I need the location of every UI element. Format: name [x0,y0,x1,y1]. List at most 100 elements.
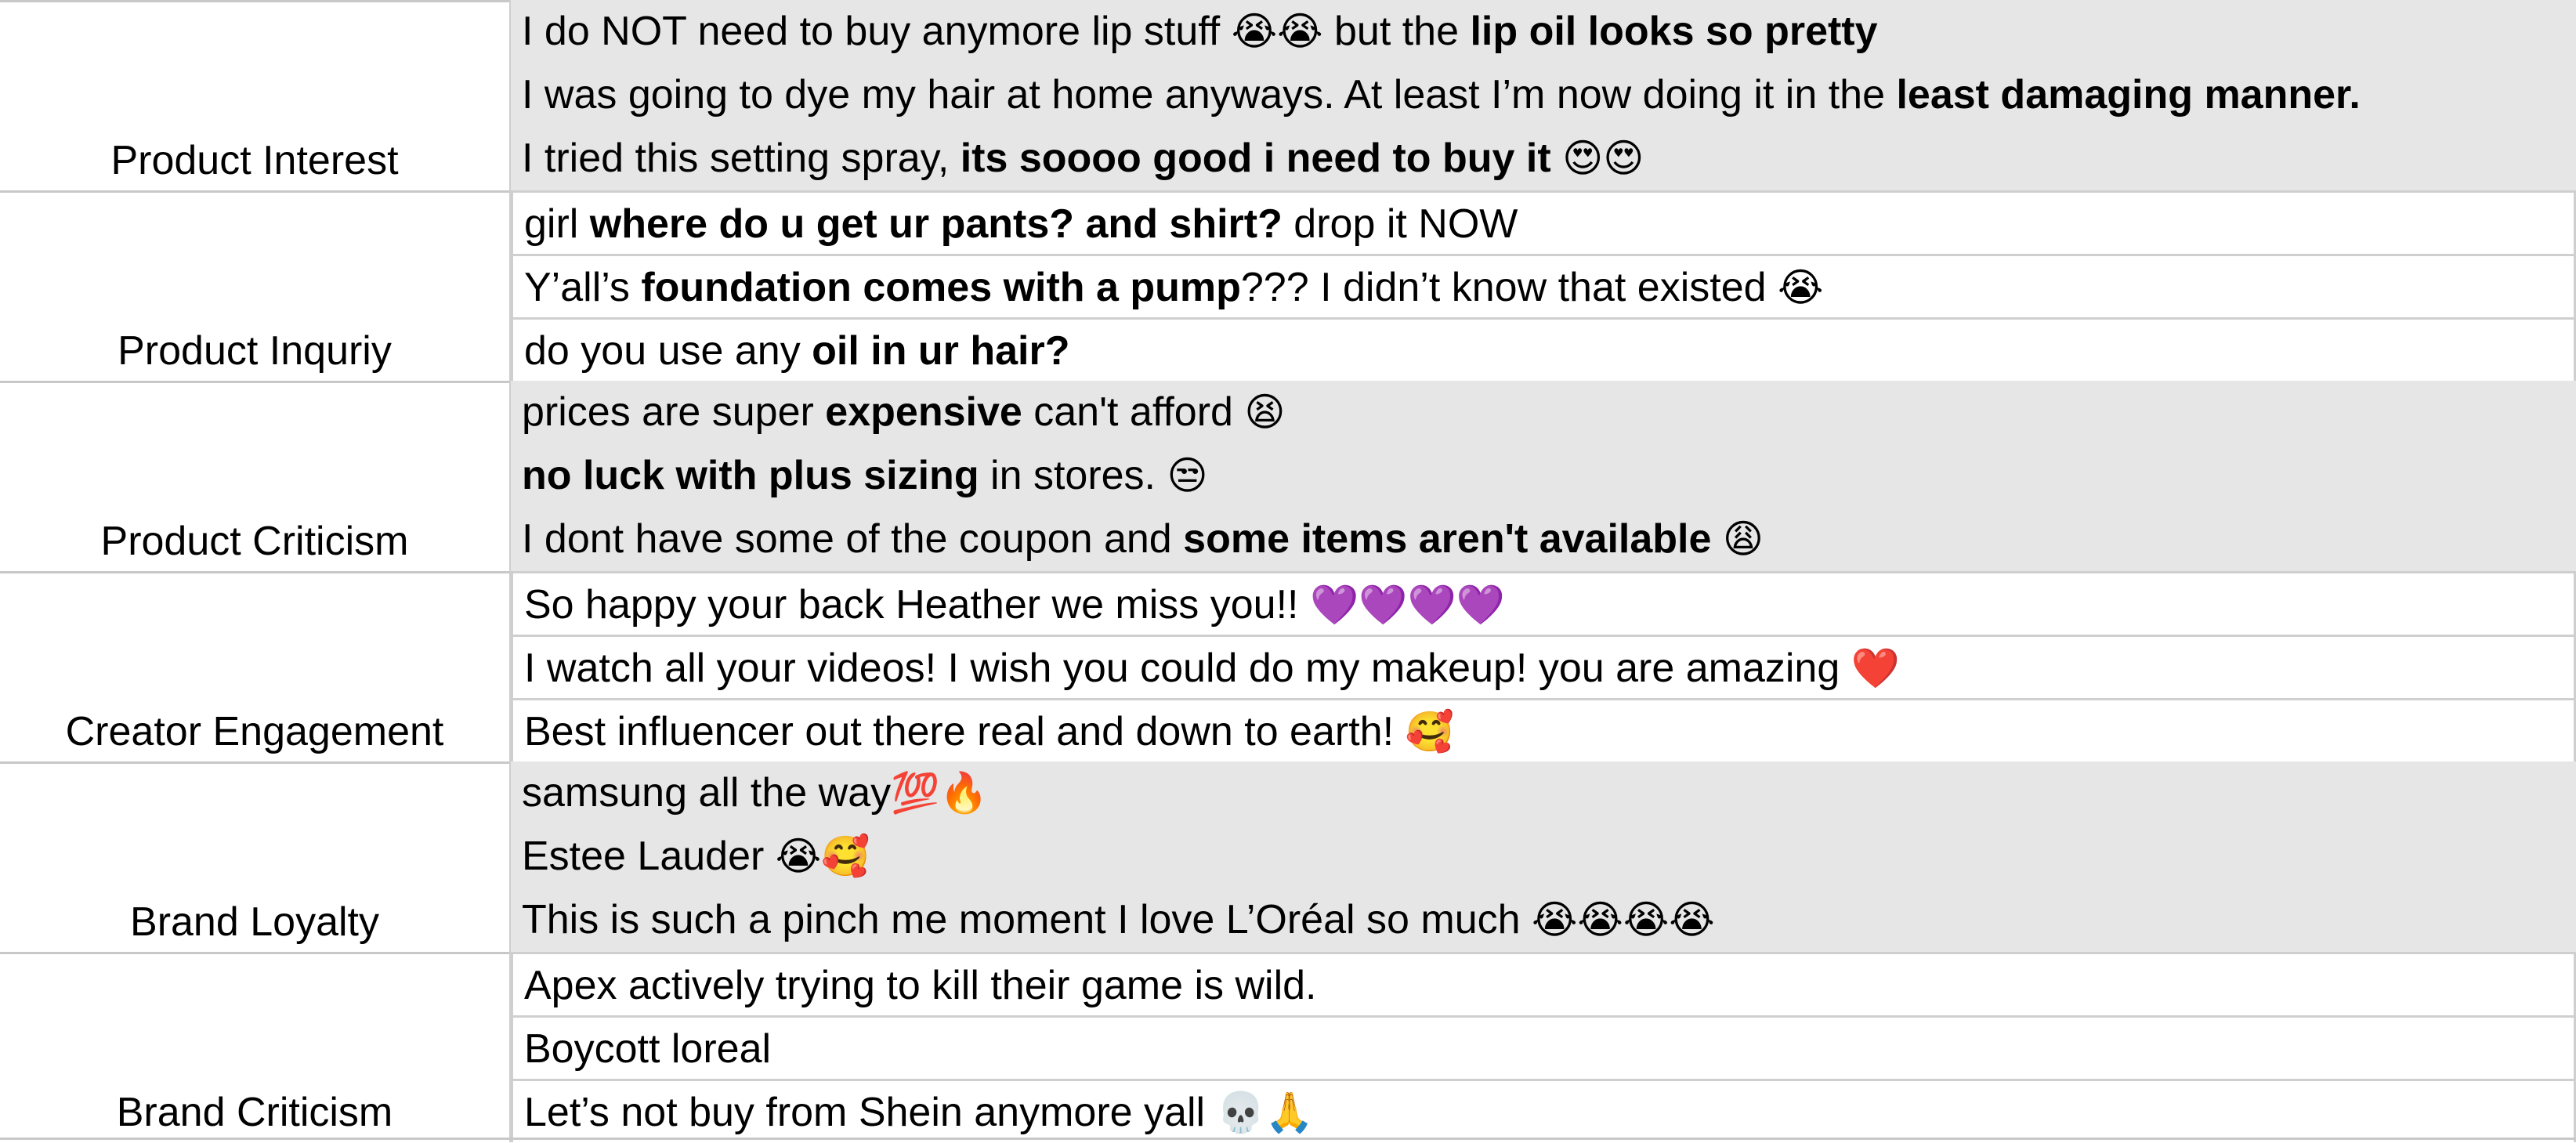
comment-row: I dont have some of the coupon and some … [511,508,2576,571]
text-segment: I dont have some of the coupon and [522,516,1184,562]
category-group: Product Interest I do NOT need to buy any… [0,0,2576,191]
text-segment [1551,136,1562,181]
emoji-icon: 😍😍 [1562,136,1644,181]
comment-text: So happy your back Heather we miss you!!… [524,573,1505,635]
comment-text: I dont have some of the coupon and some … [522,508,1764,571]
comment-row: prices are super expensive can't afford … [511,381,2576,444]
emoji-icon: 💜💜💜💜 [1309,582,1505,628]
category-label: Product Criticism [100,519,409,564]
emoji-icon: 🥰 [1405,709,1454,754]
comment-text: samsung all the way💯🔥 [522,761,989,825]
category-cell: Brand Loyalty [0,761,509,953]
emoji-icon: 💯🔥 [891,770,989,816]
comment-row: I was going to dye my hair at home anywa… [511,63,2576,127]
comment-row: Boycott loreal [511,1015,2576,1079]
text-segment: drop it NOW [1282,201,1518,247]
comment-text: I was going to dye my hair at home anywa… [522,63,2361,127]
text-segment: Apex actively trying to kill their game … [524,963,1317,1008]
comment-text: I watch all your videos! I wish you coul… [524,637,1900,698]
emoji-icon: 😭😭 [1231,9,1323,54]
category-label: Creator Engagement [65,709,444,754]
category-cell: Product Inquriy [0,190,509,382]
category-label: Brand Criticism [116,1090,393,1135]
comment-text: prices are super expensive can't afford … [522,381,1286,444]
text-segment: girl [524,201,590,247]
emoji-icon: 💀🙏 [1216,1090,1315,1135]
comment-text: Apex actively trying to kill their game … [524,954,1317,1015]
comment-text: This is such a pinch me moment I love L’… [522,888,1715,952]
comment-category-table: Product Interest I do NOT need to buy any… [0,0,2576,1143]
bold-text-segment: no luck with plus sizing [522,453,979,498]
text-segment [1711,516,1722,562]
category-label: Product Interest [110,138,399,183]
comment-row: samsung all the way💯🔥 [511,761,2576,825]
comment-text: I do NOT need to buy anymore lip stuff 😭… [522,0,1878,63]
category-cell: Brand Criticism [0,952,509,1143]
category-group: Brand Criticism Apex actively trying to k… [0,952,2576,1143]
comment-row: Apex actively trying to kill their game … [511,952,2576,1015]
comment-row: Y’all’s foundation comes with a pump??? … [511,254,2576,317]
category-label: Product Inquriy [118,328,392,374]
emoji-icon: ❤️ [1851,646,1900,691]
emoji-icon: 😫 [1244,389,1286,435]
text-segment: Estee Lauder [522,834,776,879]
text-segment: Y’all’s [524,265,642,310]
emoji-icon: 😭 [1777,265,1824,310]
bold-text-segment: expensive [825,389,1022,435]
bold-text-segment: oil in ur hair? [812,328,1070,374]
text-segment: do you use any [524,328,812,374]
comment-text: Boycott loreal [524,1018,771,1079]
bold-text-segment: least damaging manner. [1896,72,2361,118]
text-segment: This is such a pinch me moment I love L’… [522,897,1532,942]
bold-text-segment: lip oil looks so pretty [1470,9,1878,54]
comment-text: do you use any oil in ur hair? [524,320,1070,381]
comment-row: I tried this setting spray, its soooo go… [511,127,2576,190]
category-group: Product Inquriy girl where do u get ur pa… [0,190,2576,382]
comment-row: I do NOT need to buy anymore lip stuff 😭… [511,0,2576,63]
category-label: Brand Loyalty [130,899,379,945]
table-bottom-border [0,1138,2576,1140]
category-group: Creator Engagement So happy your back Hea… [0,571,2576,762]
comment-text: no luck with plus sizing in stores. 😒 [522,444,1208,508]
emoji-icon: 😭😭😭😭 [1531,897,1715,942]
text-segment: Best influencer out there real and down … [524,709,1406,754]
category-cell: Creator Engagement [0,571,509,762]
category-cell: Product Interest [0,0,509,191]
text-segment: I watch all your videos! I wish you coul… [524,646,1851,691]
text-segment: So happy your back Heather we miss you!! [524,582,1310,628]
comment-row: Estee Lauder 😭🥰 [511,825,2576,888]
category-cell: Product Criticism [0,381,509,572]
text-segment: can't afford [1022,389,1245,435]
comment-text: Let’s not buy from Shein anymore yall 💀🙏 [524,1081,1314,1142]
emoji-icon: 😩 [1722,516,1764,562]
comment-row: So happy your back Heather we miss you!!… [511,571,2576,635]
text-segment: I tried this setting spray, [522,136,961,181]
text-segment: ??? I didn’t know that existed [1240,265,1778,310]
comment-text: I tried this setting spray, its soooo go… [522,127,1644,190]
comment-row: do you use any oil in ur hair? [511,317,2576,381]
category-group: Brand Loyalty samsung all the way💯🔥 Estee … [0,761,2576,953]
comment-text: Best influencer out there real and down … [524,700,1454,761]
emoji-icon: 😒 [1167,453,1208,498]
comment-row: Let’s not buy from Shein anymore yall 💀🙏 [511,1079,2576,1142]
text-segment: samsung all the way [522,770,892,816]
text-segment: I do NOT need to buy anymore lip stuff [522,9,1232,54]
text-segment: I was going to dye my hair at home anywa… [522,72,1897,118]
comment-row: Best influencer out there real and down … [511,698,2576,761]
comment-row: girl where do u get ur pants? and shirt?… [511,190,2576,254]
comment-text: girl where do u get ur pants? and shirt?… [524,193,1518,254]
bold-text-segment: where do u get ur pants? and shirt? [589,201,1283,247]
text-segment: in stores. [979,453,1167,498]
comment-text: Y’all’s foundation comes with a pump??? … [524,256,1823,317]
category-group: Product Criticism prices are super expens… [0,381,2576,572]
comment-row: This is such a pinch me moment I love L’… [511,888,2576,952]
text-segment: prices are super [522,389,826,435]
comment-row: no luck with plus sizing in stores. 😒 [511,444,2576,508]
bold-text-segment: foundation comes with a pump [641,265,1241,310]
emoji-icon: 😭🥰 [775,834,870,879]
bold-text-segment: its soooo good i need to buy it [960,136,1551,181]
text-segment: Boycott loreal [524,1026,772,1072]
bold-text-segment: some items aren't available [1183,516,1712,562]
text-segment: Let’s not buy from Shein anymore yall [524,1090,1217,1135]
comment-row: I watch all your videos! I wish you coul… [511,635,2576,698]
